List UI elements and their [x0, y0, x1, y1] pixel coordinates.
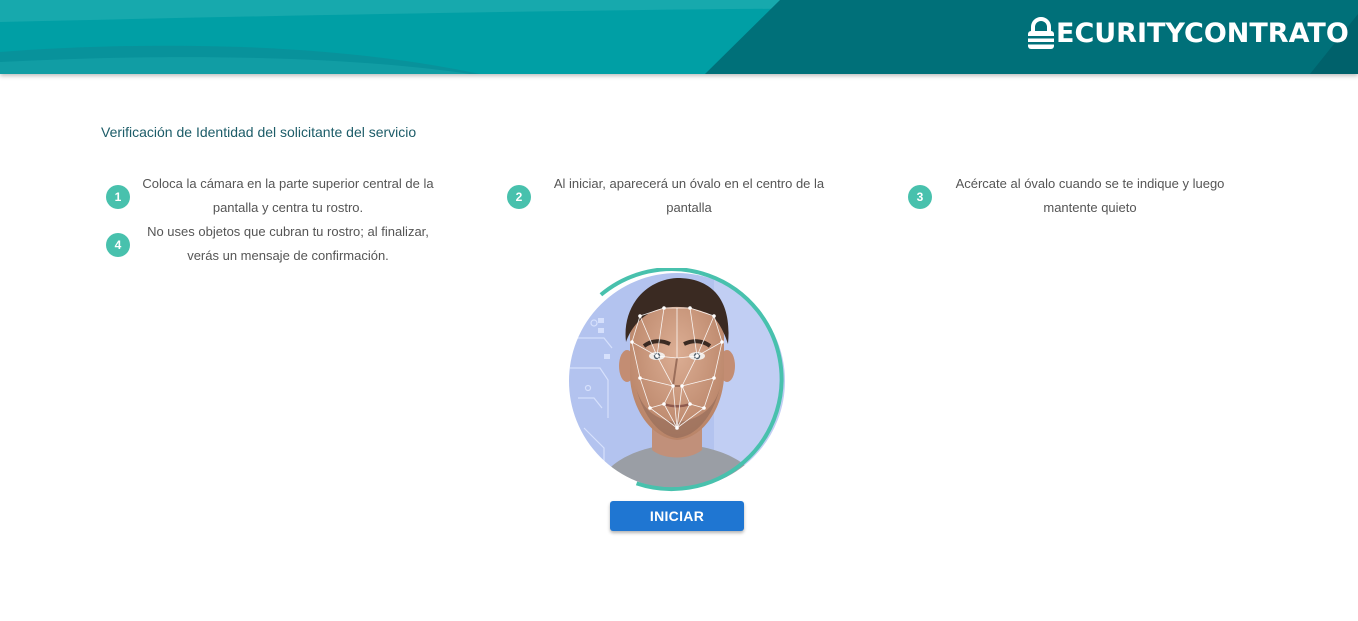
start-button[interactable]: INICIAR: [610, 501, 744, 531]
step-text: Al iniciar, aparecerá un óvalo en el cen…: [553, 176, 825, 215]
step-number-badge: 1: [106, 185, 130, 209]
page-title: Verificación de Identidad del solicitant…: [101, 124, 417, 140]
step-number-badge: 4: [106, 233, 130, 257]
step-number-badge: 3: [908, 185, 932, 209]
brand-name: ECURITYCONTRATO: [1056, 18, 1349, 49]
face-scan-illustration: [565, 268, 789, 493]
lock-icon: [1028, 17, 1054, 49]
brand-logo[interactable]: ECURITYCONTRATO: [1026, 16, 1349, 52]
step-number-badge: 2: [507, 185, 531, 209]
step-text: No uses objetos que cubran tu rostro; al…: [147, 224, 429, 263]
step-text: Acércate al óvalo cuando se te indique y…: [955, 176, 1225, 215]
header-banner: ECURITYCONTRATO: [0, 0, 1358, 74]
step-text: Coloca la cámara en la parte superior ce…: [142, 176, 434, 215]
